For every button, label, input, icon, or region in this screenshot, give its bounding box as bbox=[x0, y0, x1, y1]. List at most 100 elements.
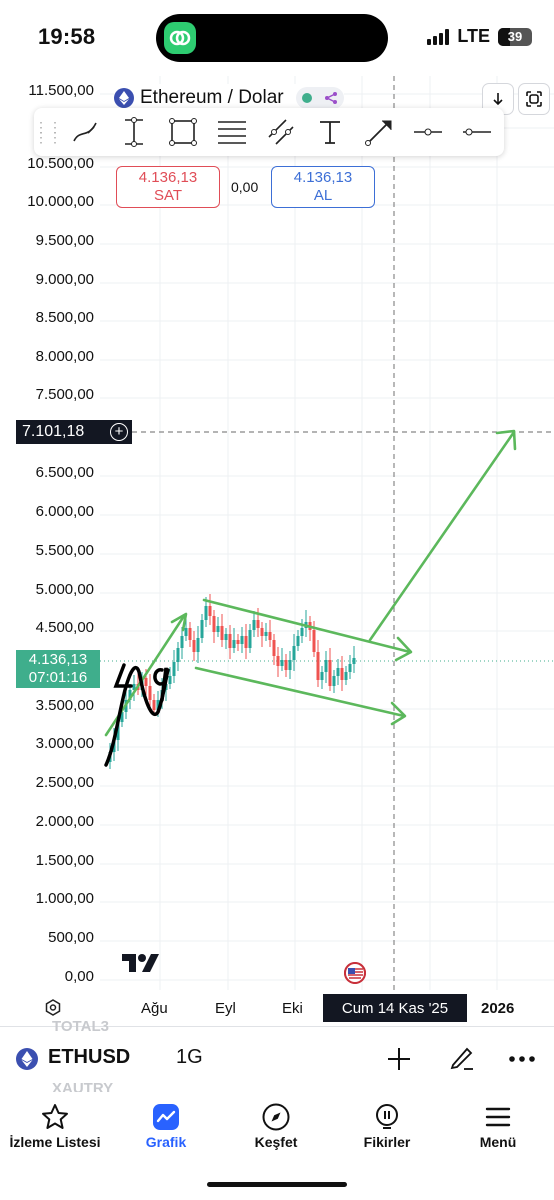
candle-body bbox=[216, 626, 220, 632]
y-axis-label: 5.500,00 bbox=[35, 542, 94, 559]
candle-body bbox=[320, 672, 324, 680]
y-axis-label: 8.500,00 bbox=[35, 309, 94, 326]
arrow-down-icon bbox=[493, 93, 503, 106]
home-indicator bbox=[207, 1182, 347, 1187]
brush-tool[interactable] bbox=[60, 112, 109, 152]
nav-ideas[interactable]: Fikirler bbox=[332, 1100, 442, 1150]
rectangle-tool[interactable] bbox=[158, 112, 207, 152]
candle-body bbox=[344, 672, 348, 680]
share-icon bbox=[325, 92, 338, 104]
battery-icon: 39 bbox=[498, 27, 532, 46]
price-range-icon bbox=[124, 117, 143, 147]
arrow-line-icon bbox=[364, 120, 391, 146]
text-tool[interactable] bbox=[305, 112, 354, 152]
buy-button[interactable]: 4.136,13 AL bbox=[271, 166, 375, 208]
symbol-search-button[interactable]: ETHUSD bbox=[48, 1046, 130, 1069]
sell-price: 4.136,13 bbox=[138, 169, 198, 186]
horizontal-ray-tool[interactable] bbox=[403, 112, 452, 152]
y-axis-label: 6.500,00 bbox=[35, 464, 94, 481]
candle-body bbox=[248, 630, 252, 648]
add-indicator-button[interactable] bbox=[386, 1046, 412, 1077]
candle-body bbox=[176, 648, 180, 662]
drawing-toolbar[interactable]: ⋮⋮ ⋮⋮ bbox=[34, 108, 504, 156]
spread-value: 0,00 bbox=[231, 179, 259, 195]
candle-body bbox=[236, 640, 240, 644]
candle-body bbox=[332, 676, 336, 686]
market-status-pill[interactable] bbox=[295, 87, 344, 109]
drawing-tools-button[interactable] bbox=[448, 1044, 476, 1077]
nav-label: İzleme Listesi bbox=[9, 1134, 101, 1150]
status-time: 19:58 bbox=[38, 24, 96, 49]
candle-body bbox=[152, 700, 156, 710]
candle-body bbox=[252, 620, 256, 630]
candle-body bbox=[268, 632, 272, 640]
candle-body bbox=[228, 634, 232, 648]
candle-body bbox=[260, 628, 264, 636]
y-axis-label: 1.500,00 bbox=[35, 852, 94, 869]
status-indicators: LTE 39 bbox=[427, 26, 532, 47]
y-axis-label: 8.000,00 bbox=[35, 348, 94, 365]
candle-body bbox=[144, 678, 148, 686]
us-flag-event-icon[interactable] bbox=[344, 962, 366, 984]
nav-menu[interactable]: Menü bbox=[443, 1100, 553, 1150]
drag-handle-icon[interactable]: ⋮⋮ ⋮⋮ bbox=[34, 120, 62, 144]
sell-button[interactable]: 4.136,13 SAT bbox=[116, 166, 220, 208]
symbol-title: Ethereum / Dolar bbox=[140, 87, 284, 108]
buy-price: 4.136,13 bbox=[293, 169, 353, 186]
interval-button[interactable]: 1G bbox=[176, 1046, 203, 1069]
candle-body bbox=[352, 658, 356, 664]
y-axis-label: 9.500,00 bbox=[35, 232, 94, 249]
horizontal-ray-icon bbox=[413, 128, 442, 136]
candle-body bbox=[244, 636, 248, 648]
crosshair-price-tag[interactable]: 7.101,18 + bbox=[16, 420, 132, 444]
y-axis-label: 5.000,00 bbox=[35, 581, 94, 598]
add-alert-plus-icon[interactable]: + bbox=[110, 423, 128, 441]
candle-body bbox=[328, 660, 332, 686]
more-dots-icon bbox=[509, 1056, 535, 1062]
candle-body bbox=[240, 636, 244, 644]
crosshair-price: 7.101,18 bbox=[22, 423, 85, 440]
plus-icon bbox=[388, 1048, 410, 1070]
candle-body bbox=[208, 606, 212, 616]
battery-level: 39 bbox=[507, 29, 523, 44]
parallel-channel-tool[interactable] bbox=[256, 112, 305, 152]
y-axis-label: 3.000,00 bbox=[35, 735, 94, 752]
compass-icon bbox=[262, 1103, 290, 1131]
candle-body bbox=[204, 606, 208, 620]
y-axis-label: 4.500,00 bbox=[35, 619, 94, 636]
buy-label: AL bbox=[313, 187, 333, 204]
fullscreen-button[interactable] bbox=[518, 83, 550, 115]
y-axis-label: 6.000,00 bbox=[35, 503, 94, 520]
price-range-tool[interactable] bbox=[109, 112, 158, 152]
candle-body bbox=[256, 620, 260, 628]
x-label-sep: Eyl bbox=[215, 1000, 236, 1017]
text-icon bbox=[319, 121, 340, 144]
candle-body bbox=[172, 662, 176, 676]
y-axis-label: 3.500,00 bbox=[35, 697, 94, 714]
lightbulb-icon bbox=[376, 1104, 398, 1129]
ethereum-logo-icon bbox=[16, 1048, 38, 1070]
y-axis-label: 7.500,00 bbox=[35, 386, 94, 403]
nav-watchlist[interactable]: İzleme Listesi bbox=[0, 1100, 110, 1150]
ethereum-logo-icon bbox=[114, 88, 134, 108]
rectangle-icon bbox=[168, 118, 197, 146]
network-type: LTE bbox=[457, 26, 490, 46]
arrow-tool[interactable] bbox=[354, 112, 403, 152]
chart-settings-icon[interactable] bbox=[44, 999, 62, 1017]
candle-body bbox=[264, 632, 268, 636]
crosshair-date-tag: Cum 14 Kas '25 bbox=[323, 994, 467, 1022]
current-price-tag: 4.136,13 07:01:16 bbox=[16, 650, 100, 688]
star-icon bbox=[42, 1104, 68, 1129]
nav-explore[interactable]: Keşfet bbox=[221, 1100, 331, 1150]
nav-chart[interactable]: Grafik bbox=[111, 1100, 221, 1150]
fib-retracement-tool[interactable] bbox=[207, 112, 256, 152]
more-options-button[interactable] bbox=[508, 1048, 536, 1075]
chart-icon bbox=[153, 1104, 179, 1130]
horizontal-line-tool[interactable] bbox=[452, 112, 501, 152]
candle-body bbox=[220, 626, 224, 640]
breakout-arrow bbox=[368, 430, 516, 642]
candle-body bbox=[196, 638, 200, 652]
current-price: 4.136,13 bbox=[28, 651, 88, 668]
y-axis-label: 2.500,00 bbox=[35, 774, 94, 791]
y-axis-label: 11.500,00 bbox=[28, 82, 94, 99]
